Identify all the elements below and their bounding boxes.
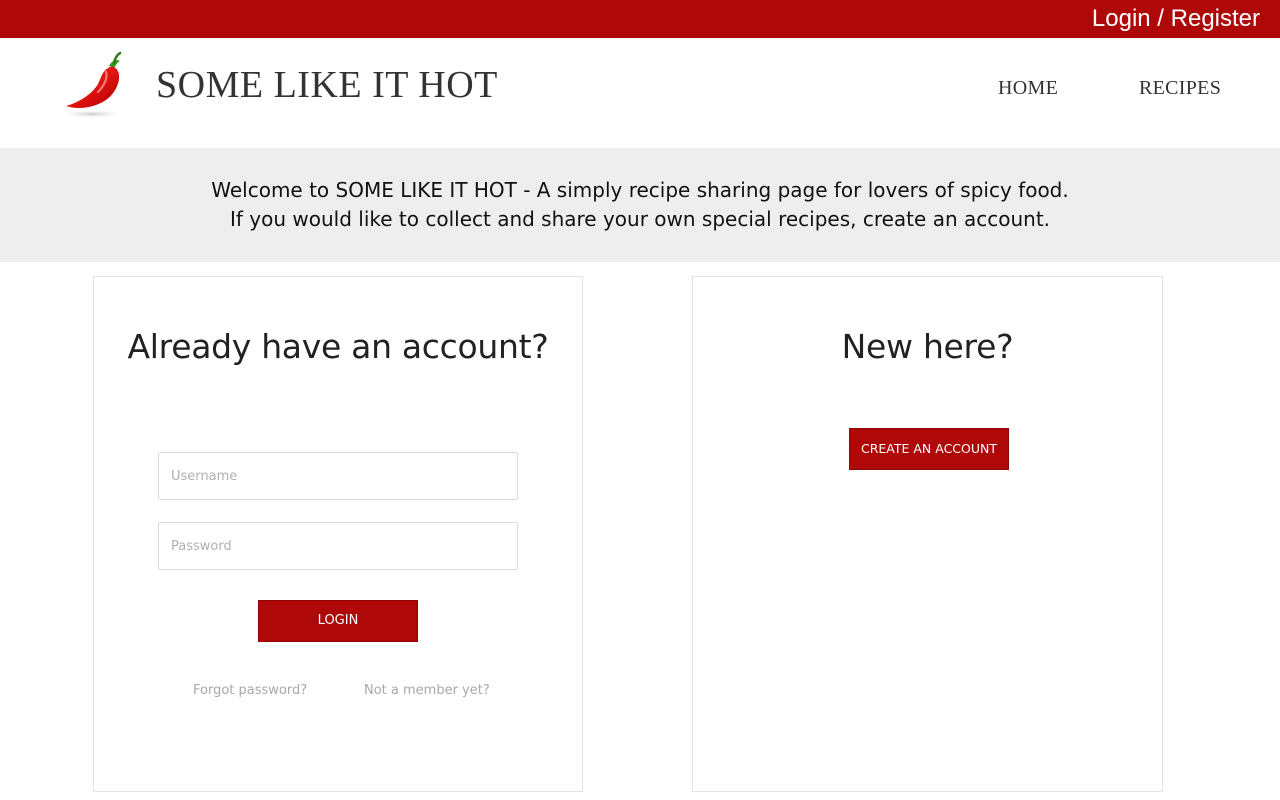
top-bar: Login / Register (0, 0, 1280, 38)
login-card: Already have an account? LOGIN Forgot pa… (93, 276, 583, 792)
signup-card: New here? CREATE AN ACCOUNT (692, 276, 1163, 792)
chili-pepper-icon[interactable] (54, 50, 134, 122)
not-a-member-link[interactable]: Not a member yet? (364, 682, 490, 700)
site-title: SOME LIKE IT HOT (156, 64, 498, 106)
password-input[interactable] (158, 522, 518, 570)
site-header: SOME LIKE IT HOT HOME RECIPES (0, 38, 1280, 148)
login-title: Already have an account? (127, 327, 549, 366)
welcome-line-1: Welcome to SOME LIKE IT HOT - A simply r… (211, 178, 1069, 202)
create-account-button[interactable]: CREATE AN ACCOUNT (849, 428, 1009, 470)
nav-recipes[interactable]: RECIPES (1139, 76, 1221, 100)
nav-home[interactable]: HOME (998, 76, 1058, 100)
login-register-link[interactable]: Login / Register (1092, 5, 1260, 33)
forgot-password-link[interactable]: Forgot password? (193, 682, 307, 700)
signup-title: New here? (841, 327, 1014, 366)
welcome-banner: Welcome to SOME LIKE IT HOT - A simply r… (0, 148, 1280, 262)
login-button[interactable]: LOGIN (258, 600, 418, 642)
username-input[interactable] (158, 452, 518, 500)
welcome-line-2: If you would like to collect and share y… (229, 207, 1051, 231)
